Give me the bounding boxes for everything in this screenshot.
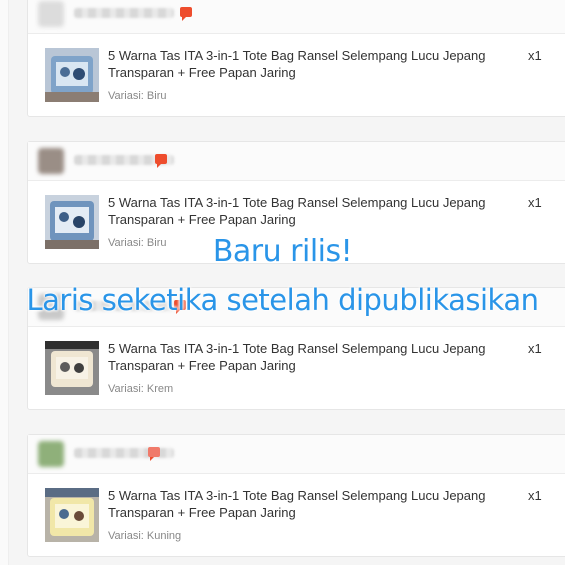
shop-avatar[interactable] xyxy=(38,1,64,27)
item-quantity: x1 xyxy=(528,341,542,356)
product-thumbnail[interactable] xyxy=(45,488,99,542)
shop-header xyxy=(28,142,565,181)
item-quantity: x1 xyxy=(528,48,542,63)
order-item-row[interactable]: 5 Warna Tas ITA 3-in-1 Tote Bag Ransel S… xyxy=(28,327,565,409)
item-variant: Variasi: Kuning xyxy=(108,530,182,542)
shop-name-blurred[interactable] xyxy=(74,8,174,18)
chat-icon[interactable] xyxy=(155,154,167,168)
item-name[interactable]: 5 Warna Tas ITA 3-in-1 Tote Bag Ransel S… xyxy=(108,47,524,81)
shop-avatar[interactable] xyxy=(38,441,64,467)
order-card: 5 Warna Tas ITA 3-in-1 Tote Bag Ransel S… xyxy=(27,0,565,117)
promo-headline: Baru rilis! xyxy=(212,234,353,269)
item-variant: Variasi: Krem xyxy=(108,383,174,395)
chat-icon[interactable] xyxy=(180,7,192,21)
promo-subheadline: Laris seketika setelah dipublikasikan xyxy=(26,283,539,317)
shop-header xyxy=(28,0,565,34)
item-name[interactable]: 5 Warna Tas ITA 3-in-1 Tote Bag Ransel S… xyxy=(108,340,524,374)
product-thumbnail[interactable] xyxy=(45,341,99,395)
shop-avatar[interactable] xyxy=(38,148,64,174)
item-variant: Variasi: Biru xyxy=(108,90,167,102)
item-name[interactable]: 5 Warna Tas ITA 3-in-1 Tote Bag Ransel S… xyxy=(108,194,524,228)
order-item-row[interactable]: 5 Warna Tas ITA 3-in-1 Tote Bag Ransel S… xyxy=(28,474,565,556)
item-name[interactable]: 5 Warna Tas ITA 3-in-1 Tote Bag Ransel S… xyxy=(108,487,524,521)
chat-icon[interactable] xyxy=(148,447,160,461)
order-item-row[interactable]: 5 Warna Tas ITA 3-in-1 Tote Bag Ransel S… xyxy=(28,34,565,116)
order-card: 5 Warna Tas ITA 3-in-1 Tote Bag Ransel S… xyxy=(27,434,565,557)
item-quantity: x1 xyxy=(528,488,542,503)
item-quantity: x1 xyxy=(528,195,542,210)
product-thumbnail[interactable] xyxy=(45,48,99,102)
order-list-page: 5 Warna Tas ITA 3-in-1 Tote Bag Ransel S… xyxy=(0,0,565,565)
shop-header xyxy=(28,435,565,474)
